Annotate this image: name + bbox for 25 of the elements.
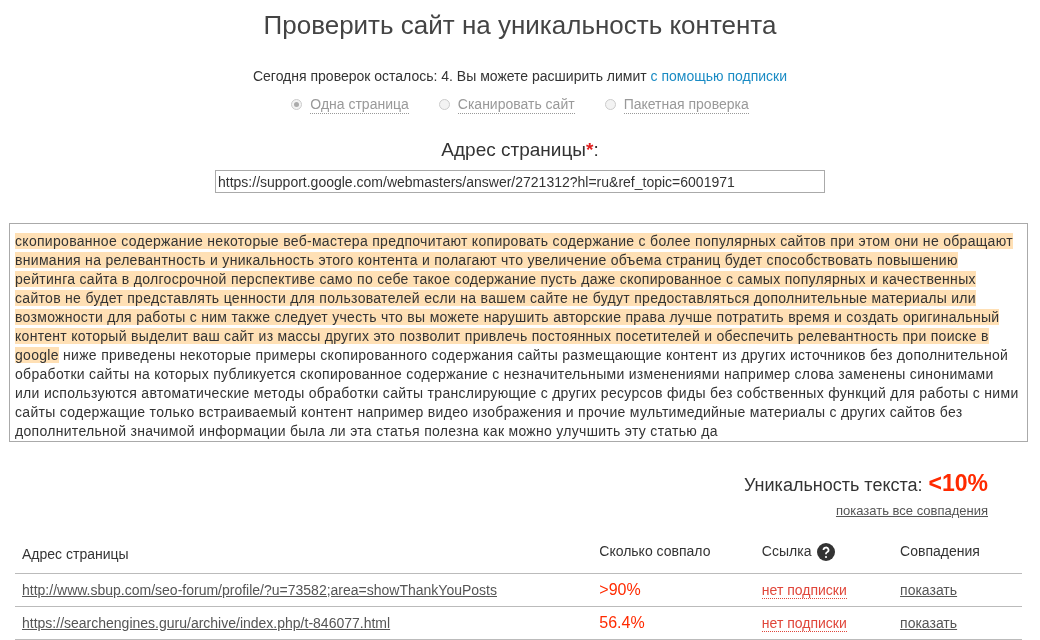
address-label: Адрес страницы*: <box>441 138 599 162</box>
radio-button[interactable] <box>291 99 303 110</box>
quota-notice: Сегодня проверок осталось: 4. Вы можете расширить лимит с помощью подписки <box>252 67 788 85</box>
column-header: Совпадения <box>900 542 980 561</box>
page-title: Проверить сайт на уникальность контента <box>263 9 777 42</box>
page-url-link[interactable]: http://www.sbup.com/seo-forum/profile/?u=73582;area=showThankYouPosts <box>22 581 497 598</box>
radio-button[interactable] <box>604 99 616 110</box>
subscription-link[interactable]: с помощью подписки <box>650 68 788 84</box>
column-header: Ссылка <box>761 542 812 561</box>
uniqueness-label: Уникальность текста: <box>744 474 923 497</box>
column-header: Адрес страницы <box>22 545 129 564</box>
checked-text: скопированное содержание некоторые веб-мастера предпочитают копировать содержание с более популярных сайтов при этом они не обращают внимания на релевантность и уникальность этого контента и полагают что увеличение объема страниц будет способствовать повышению рейтинга сайта в долгосрочной перспективе само по себе такое содержание пусть даже скопированное с самых популярных и качественных сайтов не будет представлять ценности для пользователей если на вашем сайте не будут предоставляться дополнительные материалы или возможности для работы с ним также следует учесть что вы можете нарушить авторские права лучше потратить время и создать оригинальный контент который выделит ваш сайт из массы других это позволит привлечь постоянных посетителей и обеспечить релевантность при поиске в google ниже приведены некоторые примеры скопированного содержания сайты размещающие контент из других источников без дополнительной обработки сайты на которых публикуется скопированное содержание с незначительными изменениями например слова заменены синонимами или используются автоматические методы обработки сайты транслирующие с других ресурсов фиды без собственных функций для работы с ними сайты содержащие только встраиваемый контент например видео изображения и прочие мультимедийные материалы с других сайтов без дополнительной значимой информации была ли эта статья полезна как можно улучшить эту статью да <box>15 232 1020 441</box>
show-matches-link[interactable]: показать <box>900 581 958 598</box>
help-icon[interactable] <box>817 542 836 561</box>
show-matches-link[interactable]: показать <box>900 614 958 631</box>
url-field[interactable]: https://support.google.com/webmasters/answer/2721312?hl=ru&ref_topic=6001971 <box>215 170 825 193</box>
match-percent: 56.4% <box>599 614 645 631</box>
match-percent: >90% <box>599 581 641 598</box>
column-header: Сколько совпало <box>599 542 711 561</box>
no-subscription-link[interactable]: нет подписки <box>761 581 847 599</box>
radio-button[interactable] <box>438 99 450 110</box>
page-url-link[interactable]: https://searchengines.guru/archive/index.php/t-846077.html <box>22 614 391 631</box>
no-subscription-link[interactable]: нет подписки <box>761 614 847 632</box>
uniqueness-value: <10% <box>928 469 988 498</box>
show-all-matches-link[interactable]: показать все совпадения <box>835 500 988 520</box>
